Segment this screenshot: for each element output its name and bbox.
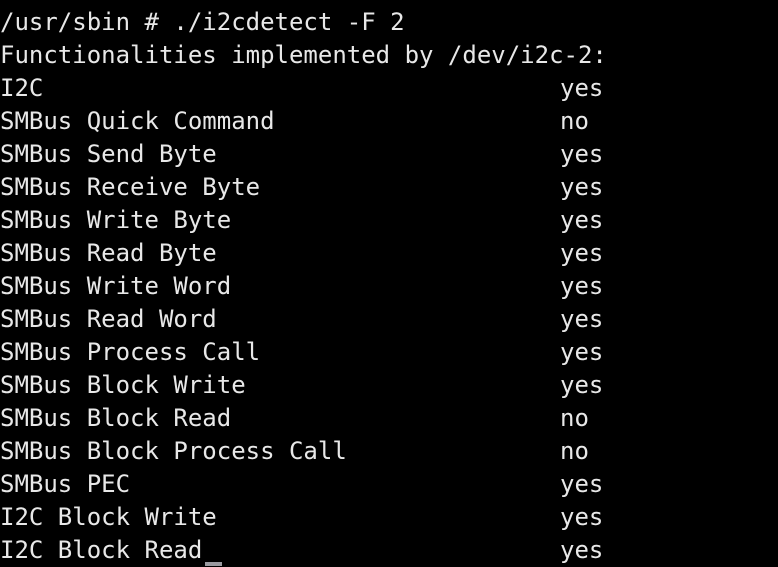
capability-label: SMBus Write Byte — [0, 206, 232, 234]
capability-label: SMBus Read Word — [0, 305, 217, 333]
capability-value: yes — [560, 74, 604, 102]
capability-value: no — [560, 404, 589, 432]
capability-label: SMBus Write Word — [0, 272, 232, 300]
capability-value: yes — [560, 140, 604, 168]
capability-value: yes — [560, 338, 604, 366]
capability-label: SMBus Block Process Call — [0, 437, 347, 465]
capability-value: no — [560, 107, 589, 135]
capability-row: SMBus Write Byte yes — [0, 204, 778, 237]
capability-label: SMBus Receive Byte — [0, 173, 261, 201]
capability-label: I2C — [0, 74, 44, 102]
capability-row: SMBus Block Write yes — [0, 369, 778, 402]
terminal-window[interactable]: /usr/sbin # ./i2cdetect -F 2 Functionali… — [0, 0, 778, 567]
terminal-screen-buffer: /usr/sbin # ./i2cdetect -F 2 Functionali… — [0, 0, 778, 567]
capability-label: SMBus Send Byte — [0, 140, 217, 168]
capability-row: SMBus Block Process Call no — [0, 435, 778, 468]
capability-row: SMBus Process Call yes — [0, 336, 778, 369]
capability-label: I2C Block Write — [0, 503, 217, 531]
shell-prompt-line: /usr/sbin # ./i2cdetect -F 2 — [0, 8, 405, 36]
capability-row: SMBus Block Read no — [0, 402, 778, 435]
capability-row: SMBus Read Byte yes — [0, 237, 778, 270]
capability-row: SMBus Write Word yes — [0, 270, 778, 303]
capability-value: yes — [560, 239, 604, 267]
capability-row: SMBus PEC yes — [0, 468, 778, 501]
capability-value: yes — [560, 371, 604, 399]
capability-list: I2C yes SMBus Quick Command no SMBus Send By… — [0, 72, 778, 567]
capability-label: SMBus Block Read — [0, 404, 232, 432]
capability-label: SMBus PEC — [0, 470, 131, 498]
capability-row: SMBus Send Byte yes — [0, 138, 778, 171]
capability-label: SMBus Block Write — [0, 371, 246, 399]
capability-row: I2C Block Read yes — [0, 534, 778, 567]
capability-value: yes — [560, 503, 604, 531]
capability-label: SMBus Read Byte — [0, 239, 217, 267]
terminal-cursor — [205, 562, 222, 566]
capability-value: yes — [560, 470, 604, 498]
capability-row: I2C yes — [0, 72, 778, 105]
capability-value: no — [560, 437, 589, 465]
capability-value: yes — [560, 173, 604, 201]
capability-value: yes — [560, 272, 604, 300]
output-header-line: Functionalities implemented by /dev/i2c-… — [0, 41, 607, 69]
capability-row: SMBus Quick Command no — [0, 105, 778, 138]
capability-value: yes — [560, 536, 604, 564]
capability-label: SMBus Process Call — [0, 338, 261, 366]
capability-label: I2C Block Read — [0, 536, 203, 564]
capability-row: SMBus Read Word yes — [0, 303, 778, 336]
capability-value: yes — [560, 206, 604, 234]
capability-label: SMBus Quick Command — [0, 107, 275, 135]
capability-value: yes — [560, 305, 604, 333]
capability-row: I2C Block Write yes — [0, 501, 778, 534]
capability-row: SMBus Receive Byte yes — [0, 171, 778, 204]
